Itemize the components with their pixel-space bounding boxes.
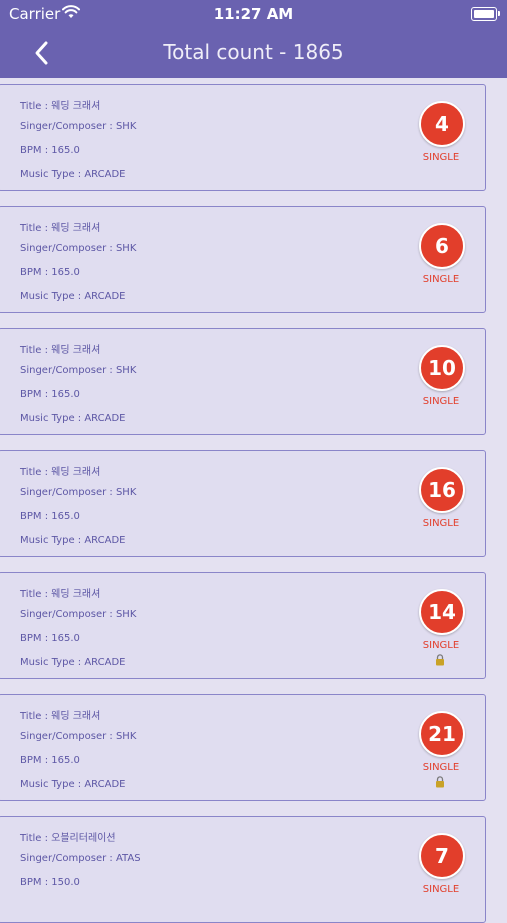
song-card[interactable]: Title : 웨딩 크래셔 Singer/Composer : SHK BPM… [0,84,486,191]
song-title: Title : 웨딩 크래셔 [20,101,101,112]
song-title: Title : 오블리터레이션 [20,833,116,844]
song-title: Title : 웨딩 크래셔 [20,345,101,356]
song-music-type: Music Type : ARCADE [20,291,126,302]
level-badge: 7 [419,833,465,879]
song-bpm: BPM : 165.0 [20,755,80,766]
level-badge: 4 [419,101,465,147]
song-singer: Singer/Composer : SHK [20,609,137,620]
mode-label: SINGLE [422,396,460,407]
mode-label: SINGLE [422,152,460,163]
song-title: Title : 웨딩 크래셔 [20,223,101,234]
song-bpm: BPM : 165.0 [20,267,80,278]
battery-icon [471,7,500,21]
song-music-type: Music Type : ARCADE [20,535,126,546]
song-bpm: BPM : 165.0 [20,389,80,400]
song-singer: Singer/Composer : SHK [20,487,137,498]
mode-label: SINGLE [422,640,460,651]
song-singer: Singer/Composer : SHK [20,365,137,376]
navigation-bar: Total count - 1865 [0,28,507,78]
level-badge: 14 [419,589,465,635]
song-singer: Singer/Composer : SHK [20,243,137,254]
song-title: Title : 웨딩 크래셔 [20,711,101,722]
song-title: Title : 웨딩 크래셔 [20,589,101,600]
song-card[interactable]: Title : 웨딩 크래셔 Singer/Composer : SHK BPM… [0,328,486,435]
page-title: Total count - 1865 [163,40,344,64]
song-singer: Singer/Composer : SHK [20,731,137,742]
song-music-type: Music Type : ARCADE [20,657,126,668]
song-card[interactable]: Title : 오블리터레이션 Singer/Composer : ATAS B… [0,816,486,923]
status-time: 11:27 AM [213,5,294,23]
song-singer: Singer/Composer : ATAS [20,853,141,864]
mode-label: SINGLE [422,518,460,529]
song-bpm: BPM : 165.0 [20,511,80,522]
song-card[interactable]: Title : 웨딩 크래셔 Singer/Composer : SHK BPM… [0,206,486,313]
song-music-type: Music Type : ARCADE [20,169,126,180]
song-title: Title : 웨딩 크래셔 [20,467,101,478]
level-badge: 6 [419,223,465,269]
song-card[interactable]: Title : 웨딩 크래셔 Singer/Composer : SHK BPM… [0,572,486,679]
song-card[interactable]: Title : 웨딩 크래셔 Singer/Composer : SHK BPM… [0,450,486,557]
level-badge: 16 [419,467,465,513]
song-bpm: BPM : 150.0 [20,877,80,888]
mode-label: SINGLE [422,762,460,773]
lock-icon [436,654,444,666]
level-badge: 10 [419,345,465,391]
song-singer: Singer/Composer : SHK [20,121,137,132]
song-bpm: BPM : 165.0 [20,633,80,644]
status-bar: Carrier 11:27 AM [0,0,507,28]
lock-icon [436,776,444,788]
song-music-type: Music Type : ARCADE [20,779,126,790]
mode-label: SINGLE [422,884,460,895]
song-bpm: BPM : 165.0 [20,145,80,156]
song-music-type: Music Type : ARCADE [20,413,126,424]
mode-label: SINGLE [422,274,460,285]
song-card[interactable]: Title : 웨딩 크래셔 Singer/Composer : SHK BPM… [0,694,486,801]
level-badge: 21 [419,711,465,757]
